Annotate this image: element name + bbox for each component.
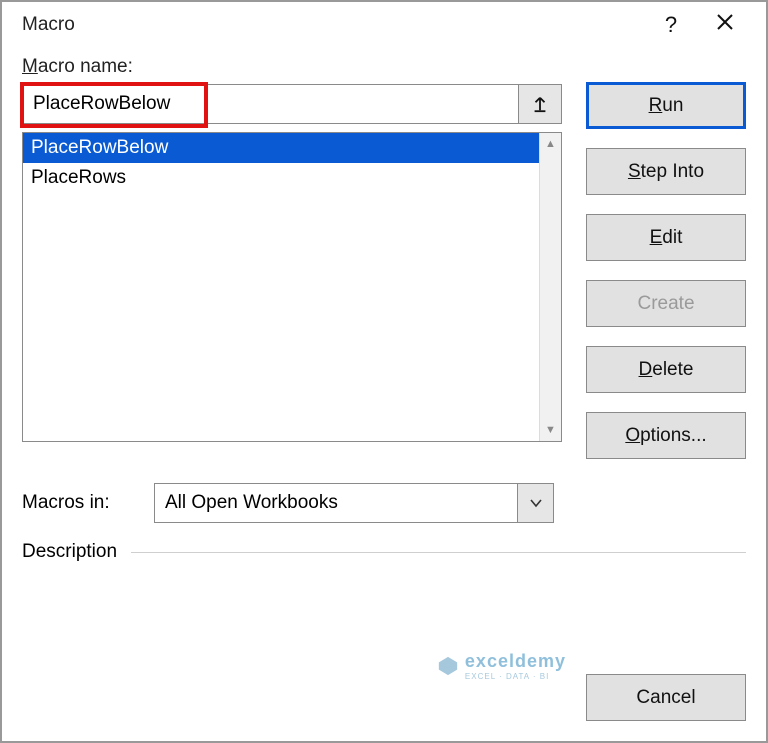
watermark: exceldemy EXCEL · DATA · BI bbox=[437, 651, 566, 681]
macros-in-dropdown[interactable]: All Open Workbooks bbox=[154, 483, 554, 523]
step-into-button[interactable]: Step Into bbox=[586, 148, 746, 195]
assign-button[interactable] bbox=[518, 84, 562, 124]
dialog-title: Macro bbox=[22, 14, 75, 36]
run-button[interactable]: Run bbox=[586, 82, 746, 129]
macro-name-label: Macro name: bbox=[22, 56, 746, 78]
macro-name-input[interactable] bbox=[22, 84, 519, 124]
macros-in-value: All Open Workbooks bbox=[155, 484, 517, 522]
titlebar: Macro ? bbox=[2, 2, 766, 52]
cancel-button[interactable]: Cancel bbox=[586, 674, 746, 721]
macros-in-label: Macros in: bbox=[22, 492, 140, 514]
options-button[interactable]: Options... bbox=[586, 412, 746, 459]
watermark-text: exceldemy bbox=[465, 651, 566, 672]
description-label: Description bbox=[22, 541, 117, 563]
scroll-up-icon[interactable]: ▲ bbox=[540, 133, 561, 155]
macro-list[interactable]: PlaceRowBelow PlaceRows ▲ ▼ bbox=[22, 132, 562, 442]
chevron-down-icon[interactable] bbox=[517, 484, 553, 522]
help-icon[interactable]: ? bbox=[644, 12, 698, 38]
scroll-track[interactable] bbox=[540, 155, 561, 419]
list-item[interactable]: PlaceRowBelow bbox=[23, 133, 539, 163]
macro-list-inner: PlaceRowBelow PlaceRows bbox=[23, 133, 539, 441]
close-icon[interactable] bbox=[698, 12, 752, 38]
scroll-down-icon[interactable]: ▼ bbox=[540, 419, 561, 441]
list-item[interactable]: PlaceRows bbox=[23, 163, 539, 193]
divider bbox=[131, 552, 746, 553]
scrollbar[interactable]: ▲ ▼ bbox=[539, 133, 561, 441]
edit-button[interactable]: Edit bbox=[586, 214, 746, 261]
delete-button[interactable]: Delete bbox=[586, 346, 746, 393]
watermark-sub: EXCEL · DATA · BI bbox=[465, 672, 566, 681]
create-button: Create bbox=[586, 280, 746, 327]
